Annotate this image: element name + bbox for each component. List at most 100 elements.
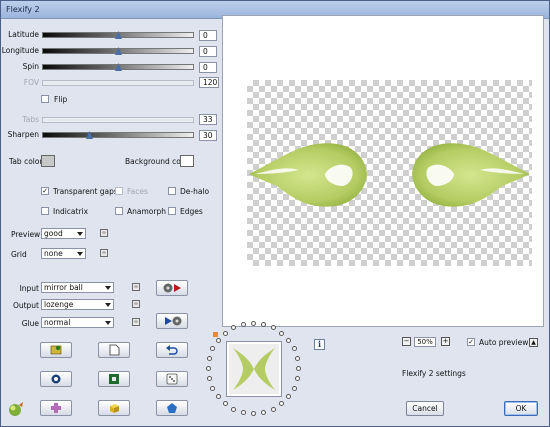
latitude-value[interactable]: 0 (199, 30, 217, 41)
pentagon-shape-button[interactable] (156, 400, 188, 416)
output-link-icon[interactable]: ∞ (132, 300, 140, 308)
grid-select[interactable]: none (41, 248, 86, 259)
glue-label: Glue (21, 319, 39, 328)
zoom-level[interactable]: 50% (414, 337, 436, 347)
auto-preview-checkbox[interactable]: ✓ (467, 338, 475, 346)
target-button[interactable] (40, 371, 72, 387)
navigator-ring-dot (291, 385, 297, 391)
anamorph-label: Anamorph (127, 207, 166, 216)
info-icon[interactable]: i (314, 339, 325, 350)
zoom-in-button[interactable]: + (441, 337, 450, 346)
navigator-ring-dot (296, 366, 301, 371)
play-animation-button[interactable] (156, 313, 188, 329)
open-folder-icon (50, 345, 62, 355)
latitude-label: Latitude (8, 30, 39, 39)
latitude-slider-thumb[interactable] (115, 31, 122, 39)
navigator-ring-dot (222, 330, 228, 336)
navigator-ring-dot (270, 325, 276, 331)
navigator-ring-dot (251, 321, 256, 326)
flexify-dialog: Flexify 2 Latitude 0 Longitude 0 Spin 0 … (0, 0, 550, 427)
input-value: mirror ball (44, 283, 83, 292)
glue-select[interactable]: normal (41, 317, 114, 328)
background-color-swatch[interactable] (180, 155, 194, 167)
spin-slider-thumb[interactable] (115, 63, 122, 71)
tabs-slider[interactable] (42, 117, 194, 123)
random-dice-button[interactable] (156, 371, 188, 387)
cross-shape-button[interactable] (40, 400, 72, 416)
navigator-ring-dot (261, 409, 266, 415)
anamorph-checkbox[interactable] (115, 207, 123, 215)
tab-color-swatch[interactable] (41, 155, 55, 167)
longitude-slider-thumb[interactable] (115, 47, 122, 55)
longitude-slider[interactable] (42, 47, 194, 55)
de-halo-checkbox[interactable] (168, 187, 176, 195)
navigator-ring-dot (240, 409, 246, 415)
chevron-down-icon (77, 232, 83, 236)
navigator-ring-dot (210, 346, 216, 352)
auto-preview-label: Auto preview (479, 338, 529, 347)
navigator-ring-dot (279, 401, 285, 407)
fov-value[interactable]: 120 (199, 77, 219, 88)
output-select[interactable]: lozenge (41, 299, 114, 310)
new-document-button[interactable] (98, 342, 130, 358)
tabs-value[interactable]: 33 (199, 114, 217, 125)
faces-checkbox[interactable] (115, 187, 123, 195)
grid-label: Grid (11, 250, 27, 259)
sharpen-slider[interactable] (42, 131, 194, 139)
navigator-ring-dot (231, 325, 237, 331)
preview-quality-link-icon[interactable]: ∞ (100, 229, 108, 237)
preview-quality-label: Preview (11, 230, 41, 239)
navigator-ring-dot (215, 337, 221, 343)
grid-link-icon[interactable]: ∞ (100, 249, 108, 257)
grid-value: none (44, 249, 63, 258)
blue-pentagon-icon (167, 403, 177, 413)
purple-cross-icon (51, 403, 61, 413)
navigator-ring-dot (207, 355, 213, 361)
preview-quality-value: good (44, 229, 63, 238)
film-reel-icon (163, 283, 181, 293)
glue-value: normal (44, 318, 71, 327)
chevron-down-icon (105, 321, 111, 325)
cube-shape-button[interactable] (98, 400, 130, 416)
thumbnail-image (229, 344, 279, 394)
zoom-out-button[interactable]: − (402, 337, 411, 346)
navigator-ring-dot (215, 394, 221, 400)
fov-slider[interactable] (42, 80, 194, 86)
glue-link-icon[interactable]: ∞ (132, 318, 140, 326)
navigator-ring-dot (291, 346, 297, 352)
indicatrix-checkbox[interactable] (41, 207, 49, 215)
preview-quality-select[interactable]: good (41, 228, 86, 239)
spin-value[interactable]: 0 (199, 62, 217, 73)
tabs-label: Tabs (22, 115, 39, 124)
longitude-value[interactable]: 0 (199, 46, 217, 57)
chevron-down-icon (105, 303, 111, 307)
record-animation-button[interactable] (156, 280, 188, 296)
sharpen-slider-thumb[interactable] (86, 131, 93, 139)
fov-label: FOV (23, 78, 39, 87)
undo-button[interactable] (156, 342, 188, 358)
frame-button[interactable] (98, 371, 130, 387)
navigator-ring-dot (210, 385, 216, 391)
spin-label: Spin (22, 62, 39, 71)
navigator-ring-dot (251, 411, 256, 416)
latitude-slider[interactable] (42, 31, 194, 39)
cancel-button[interactable]: Cancel (406, 401, 444, 416)
spin-slider[interactable] (42, 63, 194, 71)
navigator-ring-dot (286, 394, 292, 400)
collapse-button[interactable]: ▲ (529, 338, 538, 347)
open-preset-button[interactable] (40, 342, 72, 358)
edges-checkbox[interactable] (168, 207, 176, 215)
flip-label: Flip (54, 95, 68, 104)
input-link-icon[interactable]: ∞ (132, 283, 140, 291)
ring-icon (51, 374, 61, 384)
flip-checkbox[interactable] (41, 95, 49, 103)
chevron-down-icon (105, 286, 111, 290)
dice-icon (166, 373, 178, 385)
input-select[interactable]: mirror ball (41, 282, 114, 293)
ok-button[interactable]: OK (504, 401, 538, 416)
navigator-thumbnail[interactable] (226, 341, 282, 397)
sharpen-value[interactable]: 30 (199, 130, 217, 141)
navigator-ring-dot (286, 337, 292, 343)
transparent-gaps-checkbox[interactable]: ✓ (41, 187, 49, 195)
navigator-handle[interactable] (213, 332, 218, 337)
